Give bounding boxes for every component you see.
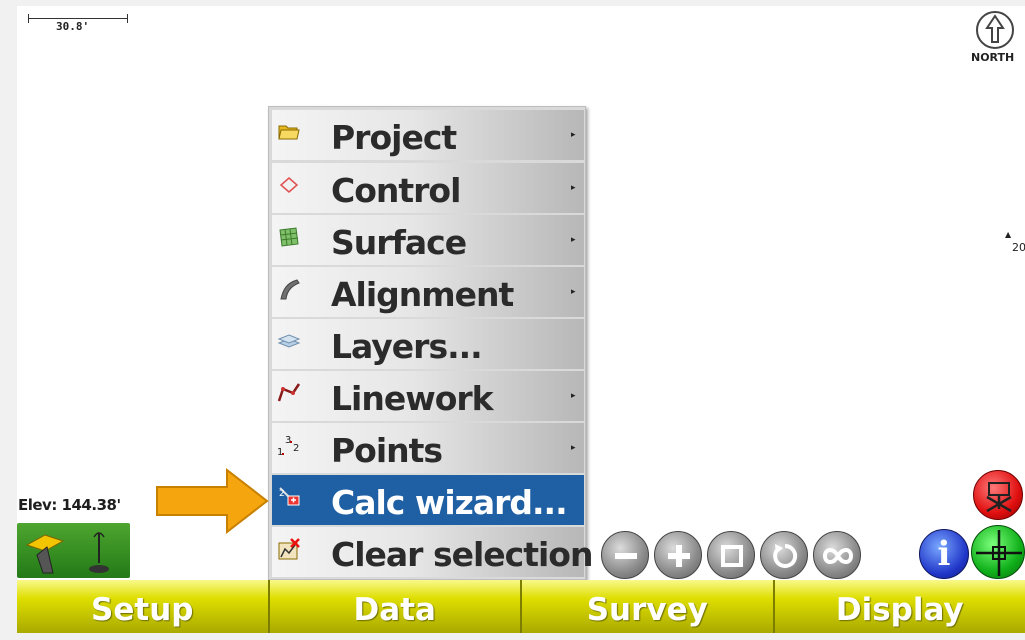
zoom-extents-button[interactable] bbox=[707, 531, 755, 579]
layers-icon bbox=[277, 329, 301, 353]
menu-item-surface[interactable]: Surface ▸ bbox=[272, 215, 584, 265]
points-icon: 1 3 2 bbox=[277, 433, 301, 457]
gnss-status-button[interactable] bbox=[17, 523, 130, 578]
menu-item-label: Calc wizard... bbox=[331, 483, 567, 522]
menu-item-label: Control bbox=[331, 171, 460, 210]
control-diamond-icon bbox=[277, 173, 301, 197]
submenu-arrow-icon: ▸ bbox=[571, 443, 576, 453]
bottom-tab-bar: Setup Data Survey Display bbox=[17, 580, 1025, 633]
info-icon: i bbox=[920, 534, 968, 574]
folder-icon bbox=[277, 120, 301, 144]
point-marker-icon[interactable]: ▲ bbox=[1005, 230, 1011, 239]
submenu-arrow-icon: ▸ bbox=[571, 287, 576, 297]
surface-mesh-icon bbox=[277, 225, 301, 249]
menu-item-label: Points bbox=[331, 431, 442, 470]
menu-item-label: Surface bbox=[331, 223, 466, 262]
zoom-extents-icon bbox=[717, 541, 747, 571]
tab-setup[interactable]: Setup bbox=[17, 580, 270, 633]
alignment-icon bbox=[277, 277, 301, 301]
submenu-arrow-icon: ▸ bbox=[571, 235, 576, 245]
menu-item-label: Linework bbox=[331, 379, 493, 418]
calc-wizard-icon: 2 bbox=[277, 485, 301, 509]
menu-item-project[interactable]: Project ▸ bbox=[272, 110, 584, 160]
tab-data[interactable]: Data bbox=[270, 580, 523, 633]
zoom-all-icon bbox=[823, 541, 853, 571]
zoom-in-button[interactable] bbox=[654, 531, 702, 579]
data-menu: Project ▸ Control ▸ Surface ▸ Alignment … bbox=[268, 106, 586, 580]
svg-text:2: 2 bbox=[279, 489, 285, 499]
zoom-previous-button[interactable] bbox=[760, 531, 808, 579]
menu-item-control[interactable]: Control ▸ bbox=[272, 163, 584, 213]
menu-item-calc-wizard[interactable]: 2 Calc wizard... bbox=[272, 475, 584, 525]
svg-text:2: 2 bbox=[293, 443, 299, 454]
menu-item-layers[interactable]: Layers... bbox=[272, 319, 584, 369]
submenu-arrow-icon: ▸ bbox=[571, 183, 576, 193]
zoom-previous-icon bbox=[770, 541, 800, 571]
stop-stake-icon bbox=[974, 471, 1024, 521]
menu-item-label: Layers... bbox=[331, 327, 482, 366]
svg-text:1: 1 bbox=[277, 447, 283, 457]
crosshair-icon bbox=[972, 526, 1025, 580]
elevation-readout: Elev: 144.38' bbox=[18, 496, 121, 514]
menu-item-label: Alignment bbox=[331, 275, 513, 314]
zoom-out-icon bbox=[611, 541, 641, 571]
menu-item-linework[interactable]: Linework ▸ bbox=[272, 371, 584, 421]
pointer-arrow-icon bbox=[155, 467, 270, 535]
svg-text:3: 3 bbox=[285, 435, 291, 446]
submenu-arrow-icon: ▸ bbox=[571, 130, 576, 140]
menu-item-clear-selection[interactable]: Clear selection bbox=[272, 527, 584, 577]
north-label: NORTH bbox=[971, 51, 1014, 64]
tab-survey[interactable]: Survey bbox=[522, 580, 775, 633]
menu-item-alignment[interactable]: Alignment ▸ bbox=[272, 267, 584, 317]
submenu-arrow-icon: ▸ bbox=[571, 391, 576, 401]
menu-item-label: Clear selection bbox=[331, 535, 592, 574]
stop-button[interactable] bbox=[973, 470, 1023, 520]
zoom-out-button[interactable] bbox=[601, 531, 649, 579]
scale-label: 30.8' bbox=[56, 20, 89, 33]
zoom-all-button[interactable] bbox=[813, 531, 861, 579]
linework-icon bbox=[277, 381, 301, 405]
menu-item-points[interactable]: 1 3 2 Points ▸ bbox=[272, 423, 584, 473]
gps-position-button[interactable] bbox=[971, 525, 1025, 579]
info-button[interactable]: i bbox=[919, 529, 969, 579]
tab-display[interactable]: Display bbox=[775, 580, 1025, 633]
point-label: 20 bbox=[1012, 241, 1025, 254]
menu-item-label: Project bbox=[331, 118, 456, 157]
clear-selection-icon bbox=[277, 537, 301, 561]
zoom-in-icon bbox=[664, 541, 694, 571]
